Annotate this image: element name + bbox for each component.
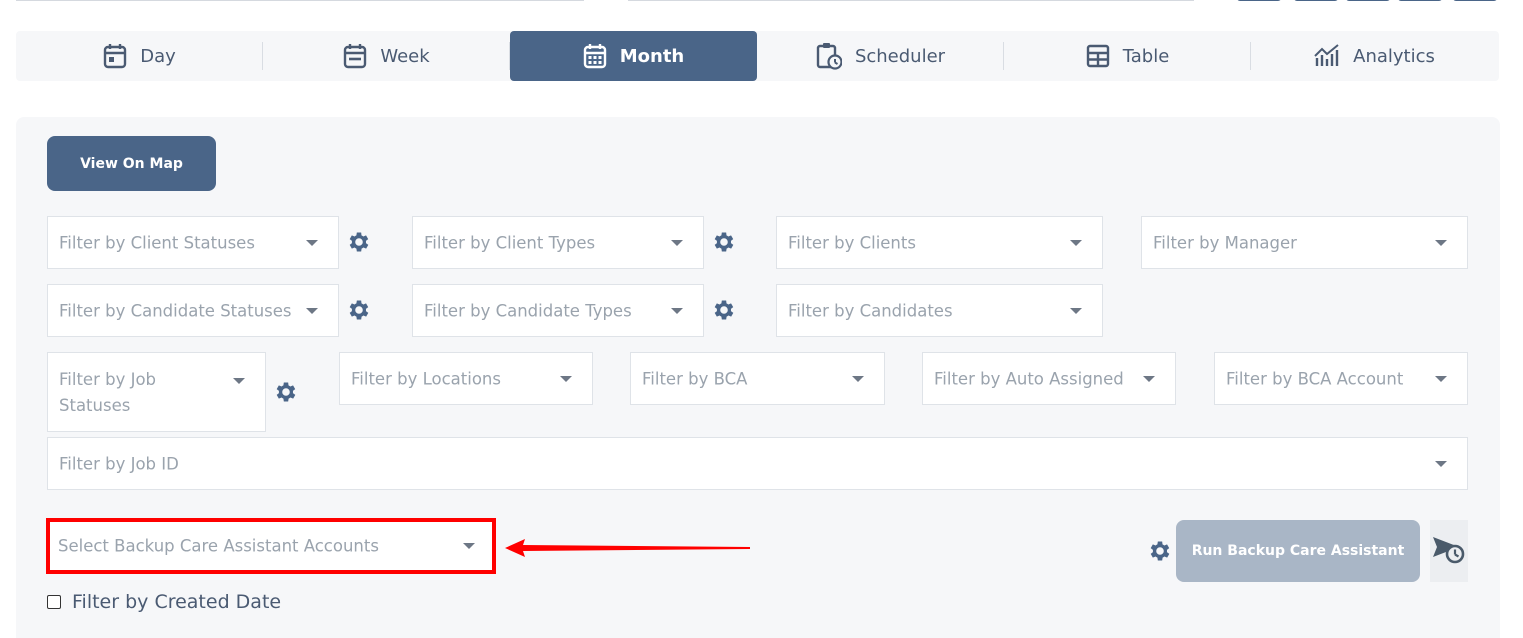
top-button-2[interactable] bbox=[1294, 0, 1338, 1]
gear-icon[interactable] bbox=[273, 379, 299, 405]
chevron-down-icon bbox=[1435, 460, 1447, 467]
select-placeholder: Filter by Clients bbox=[788, 233, 916, 252]
client-statuses-select[interactable]: Filter by Client Statuses bbox=[47, 216, 339, 269]
gear-icon[interactable] bbox=[711, 229, 737, 255]
top-input-right[interactable] bbox=[628, 0, 1194, 1]
candidates-select[interactable]: Filter by Candidates bbox=[776, 284, 1103, 337]
created-date-label: Filter by Created Date bbox=[72, 591, 282, 613]
chevron-down-icon bbox=[671, 239, 683, 246]
chevron-down-icon bbox=[1435, 375, 1447, 382]
bca-account-select[interactable]: Filter by BCA Account bbox=[1214, 352, 1468, 405]
tab-analytics[interactable]: Analytics bbox=[1251, 31, 1498, 81]
red-arrow-annotation bbox=[505, 539, 750, 557]
gear-icon[interactable] bbox=[346, 229, 372, 255]
tab-label: Scheduler bbox=[854, 45, 946, 67]
view-on-map-button[interactable]: View On Map bbox=[47, 136, 216, 191]
chevron-down-icon bbox=[852, 375, 864, 382]
top-button-3[interactable] bbox=[1346, 0, 1390, 1]
job-id-select[interactable]: Filter by Job ID bbox=[47, 437, 1468, 490]
gear-icon[interactable] bbox=[1147, 538, 1173, 564]
select-placeholder: Filter by Job Statuses bbox=[59, 370, 157, 415]
tab-label: Day bbox=[140, 45, 176, 67]
chevron-down-icon bbox=[306, 307, 318, 314]
chevron-down-icon bbox=[1070, 307, 1082, 314]
candidate-types-select[interactable]: Filter by Candidate Types bbox=[412, 284, 704, 337]
select-placeholder: Filter by BCA bbox=[642, 369, 748, 388]
view-tab-bar: Day Week Month Scheduler Table Analytics bbox=[16, 31, 1499, 81]
chevron-down-icon bbox=[233, 378, 245, 384]
created-date-checkbox[interactable] bbox=[47, 595, 61, 609]
tab-label: Analytics bbox=[1353, 45, 1435, 67]
send-clock-icon bbox=[1431, 533, 1467, 569]
clients-select[interactable]: Filter by Clients bbox=[776, 216, 1103, 269]
gear-icon[interactable] bbox=[346, 297, 372, 323]
chevron-down-icon bbox=[671, 307, 683, 314]
tab-label: Week bbox=[380, 45, 430, 67]
chevron-down-icon bbox=[1435, 239, 1447, 246]
select-placeholder: Filter by Client Types bbox=[424, 233, 596, 252]
job-statuses-select[interactable]: Filter by Job Statuses bbox=[47, 352, 266, 432]
tab-day[interactable]: Day bbox=[16, 31, 263, 81]
tab-scheduler[interactable]: Scheduler bbox=[757, 31, 1004, 81]
tab-table[interactable]: Table bbox=[1004, 31, 1251, 81]
candidate-statuses-select[interactable]: Filter by Candidate Statuses bbox=[47, 284, 339, 337]
select-placeholder: Filter by Manager bbox=[1153, 233, 1297, 252]
select-placeholder: Filter by Locations bbox=[351, 369, 501, 388]
highlight-box bbox=[46, 518, 496, 574]
top-button-4[interactable] bbox=[1398, 0, 1442, 1]
chevron-down-icon bbox=[560, 375, 572, 382]
top-button-1[interactable] bbox=[1237, 0, 1281, 1]
tab-label: Table bbox=[1122, 45, 1170, 67]
select-placeholder: Filter by Auto Assigned bbox=[934, 369, 1124, 388]
locations-select[interactable]: Filter by Locations bbox=[339, 352, 593, 405]
bca-select[interactable]: Filter by BCA bbox=[630, 352, 885, 405]
select-placeholder: Filter by BCA Account bbox=[1226, 369, 1404, 388]
chevron-down-icon bbox=[1143, 375, 1155, 382]
gear-icon[interactable] bbox=[711, 297, 737, 323]
select-placeholder: Filter by Candidate Types bbox=[424, 301, 632, 320]
run-backup-care-assistant-button[interactable]: Run Backup Care Assistant bbox=[1176, 520, 1420, 582]
auto-assigned-select[interactable]: Filter by Auto Assigned bbox=[922, 352, 1176, 405]
select-placeholder: Filter by Client Statuses bbox=[59, 233, 255, 252]
tab-label: Month bbox=[619, 45, 685, 67]
clipboard-clock-icon bbox=[816, 42, 842, 70]
client-types-select[interactable]: Filter by Client Types bbox=[412, 216, 704, 269]
analytics-chart-icon bbox=[1314, 44, 1340, 68]
created-date-filter[interactable]: Filter by Created Date bbox=[47, 591, 281, 613]
calendar-week-icon bbox=[343, 43, 367, 69]
table-icon bbox=[1086, 44, 1110, 68]
select-placeholder: Filter by Candidate Statuses bbox=[59, 301, 292, 320]
select-placeholder: Filter by Candidates bbox=[788, 301, 953, 320]
tab-month[interactable]: Month bbox=[510, 31, 757, 81]
chevron-down-icon bbox=[1070, 239, 1082, 246]
top-input-left[interactable] bbox=[16, 0, 584, 1]
schedule-send-button[interactable] bbox=[1430, 520, 1468, 582]
top-button-5[interactable] bbox=[1453, 0, 1497, 1]
calendar-month-icon bbox=[583, 43, 607, 69]
select-placeholder: Filter by Job ID bbox=[59, 454, 179, 473]
manager-select[interactable]: Filter by Manager bbox=[1141, 216, 1468, 269]
tab-week[interactable]: Week bbox=[263, 31, 510, 81]
chevron-down-icon bbox=[306, 239, 318, 246]
calendar-day-icon bbox=[103, 43, 127, 69]
